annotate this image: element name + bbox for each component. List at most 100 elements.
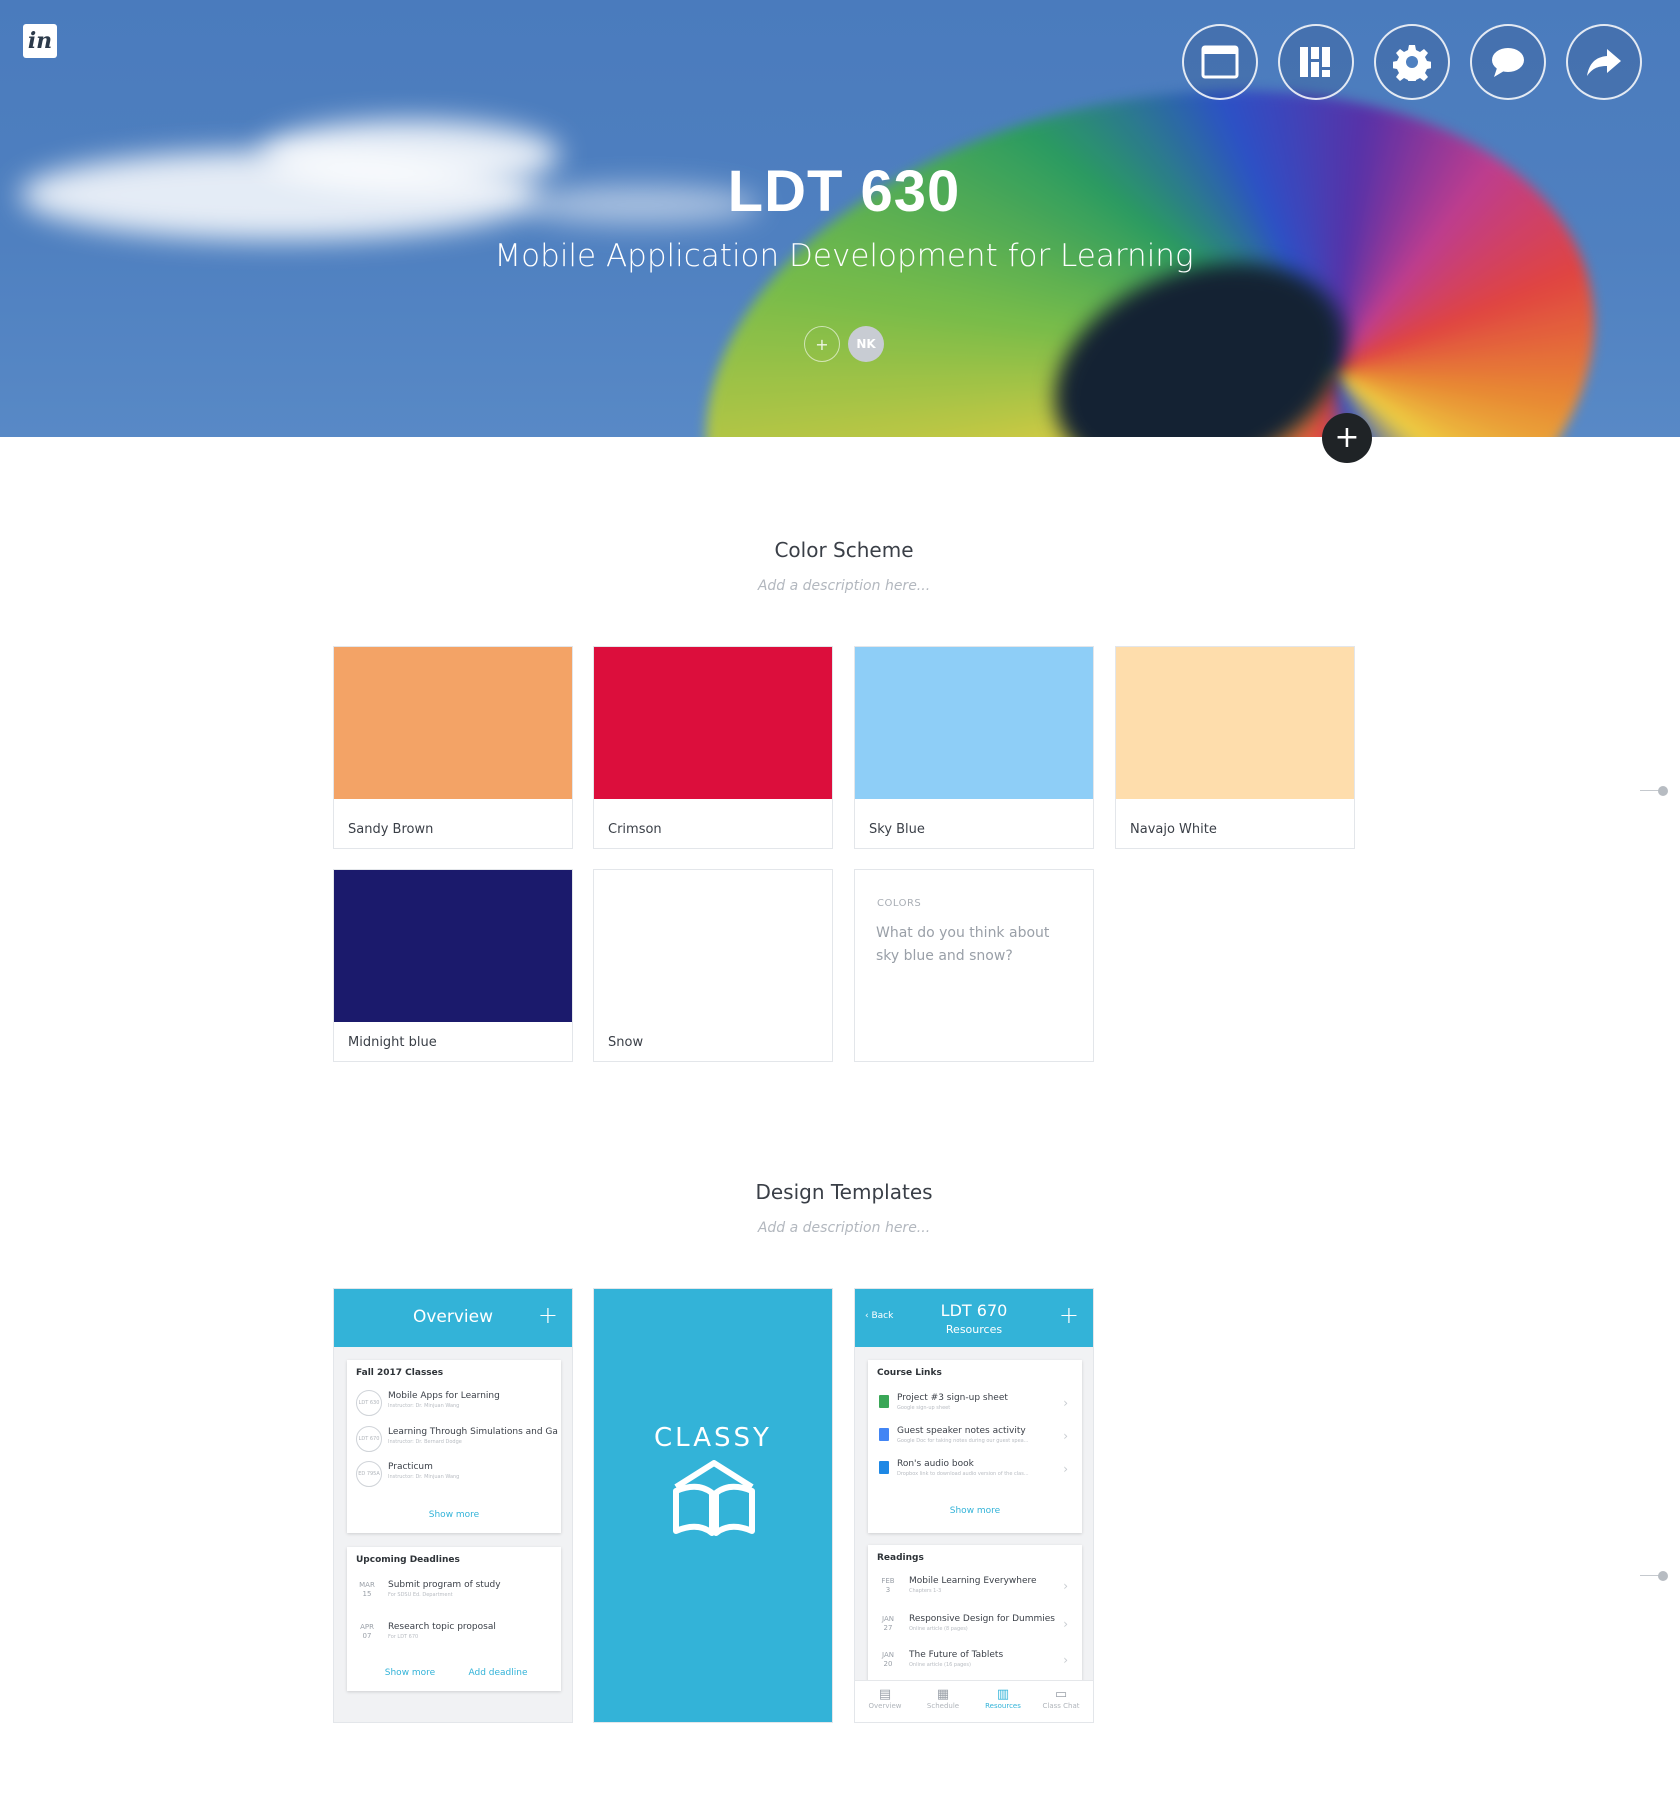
list-item: Guest speaker notes activity Google Doc … [877, 1423, 1074, 1453]
chevron-right-icon: › [1063, 1653, 1068, 1667]
color-swatch[interactable]: Crimson [593, 646, 833, 849]
layout-button[interactable] [1182, 24, 1258, 100]
classes-card: Fall 2017 Classes LDT 630 Mobile Apps fo… [347, 1360, 561, 1533]
calendar-icon: ▦ [936, 1687, 950, 1702]
card-header: Fall 2017 Classes [356, 1368, 444, 1378]
tab-resources: ▥ Resources [973, 1687, 1033, 1710]
list-item-sub: Instructor: Dr. Bernard Dodge [388, 1439, 462, 1445]
show-more-link: Show more [949, 1506, 1001, 1516]
dashboard-button[interactable] [1278, 24, 1354, 100]
date-month: JAN [882, 1651, 894, 1659]
list-item-sub: Instructor: Dr. Minjuan Wang [388, 1403, 460, 1409]
date-day: 3 [885, 1586, 891, 1594]
hero-banner: in LDT 630 Mobile Application Developmen… [0, 0, 1680, 437]
comments-button[interactable] [1470, 24, 1546, 100]
color-swatch[interactable]: Sky Blue [854, 646, 1094, 849]
card-header: Course Links [877, 1368, 942, 1378]
share-button[interactable] [1566, 24, 1642, 100]
gear-icon [1393, 45, 1431, 81]
swatch-color [855, 647, 1093, 799]
list-item: ED 795A Practicum Instructor: Dr. Minjua… [356, 1459, 553, 1489]
color-swatch[interactable]: Midnight blue [333, 869, 573, 1062]
design-templates-description[interactable]: Add a description here... [0, 1220, 1680, 1236]
note-card[interactable]: COLORS What do you think about sky blue … [854, 869, 1094, 1062]
handle-line [1640, 1575, 1660, 1576]
app-bar-title: Overview [412, 1307, 494, 1327]
splash-wordmark: CLASSY [654, 1423, 772, 1453]
handle-line [1640, 790, 1660, 791]
design-templates-title[interactable]: Design Templates [0, 1180, 1680, 1204]
course-links-card: Course Links Project #3 sign-up sheet Go… [868, 1360, 1082, 1533]
swatch-name: Snow [608, 1035, 644, 1050]
chevron-right-icon: › [1063, 1617, 1068, 1631]
list-item-title: Ron's audio book [897, 1459, 974, 1469]
collaborators: + NK [804, 326, 884, 362]
header-actions [1182, 24, 1642, 100]
color-scheme-title[interactable]: Color Scheme [0, 538, 1680, 562]
swatch-color [334, 870, 572, 1022]
template-splash-screen[interactable]: CLASSY [593, 1288, 833, 1723]
date-month: JAN [882, 1615, 894, 1623]
tab-bar: ▤ Overview ▦ Schedule ▥ Resources ▭ Clas… [855, 1680, 1093, 1722]
list-item-title: Project #3 sign-up sheet [897, 1393, 1008, 1403]
list-item-sub: For LDT 670 [388, 1634, 419, 1640]
swatch-color [594, 647, 832, 799]
date-month: MAR [359, 1581, 375, 1589]
plus-icon: + [537, 1301, 558, 1329]
add-collaborator-button[interactable]: + [804, 326, 840, 362]
deadline-date: APR 07 [358, 1623, 376, 1641]
template-overview-screen[interactable]: Overview + Fall 2017 Classes LDT 630 Mob… [333, 1288, 573, 1723]
color-swatch[interactable]: Navajo White [1115, 646, 1355, 849]
handle-dot-icon [1658, 786, 1668, 796]
page-subtitle[interactable]: Mobile Application Development for Learn… [0, 238, 1680, 274]
color-swatch[interactable]: Snow [593, 869, 833, 1062]
date-day: 15 [362, 1590, 372, 1598]
note-text: What do you think about sky blue and sno… [876, 925, 1050, 964]
list-item: JAN 20 The Future of Tablets Online artic… [877, 1647, 1074, 1677]
swatch-name: Midnight blue [348, 1035, 437, 1050]
add-deadline-link: Add deadline [468, 1668, 528, 1678]
list-item-sub: For SDSU Ed. Department [388, 1592, 453, 1598]
plus-icon: + [1058, 1301, 1079, 1329]
invision-logo[interactable]: in [23, 24, 57, 58]
add-section-button[interactable]: + [1322, 413, 1372, 463]
tab-label: Overview [868, 1702, 902, 1710]
deadlines-card: Upcoming Deadlines MAR 15 Submit program … [347, 1547, 561, 1691]
color-scheme-description[interactable]: Add a description here... [0, 578, 1680, 594]
class-badge: LDT 670 [356, 1426, 382, 1452]
list-item-sub: Dropbox link to download audio version o… [897, 1471, 1029, 1477]
list-item-title: Responsive Design for Dummies [909, 1614, 1055, 1624]
date-month: FEB [881, 1577, 895, 1585]
chevron-right-icon: › [1063, 1396, 1068, 1410]
dropbox-icon [879, 1461, 889, 1474]
settings-button[interactable] [1374, 24, 1450, 100]
chevron-right-icon: › [1063, 1579, 1068, 1593]
share-icon [1587, 49, 1621, 76]
list-item: JAN 27 Responsive Design for Dummies Onli… [877, 1611, 1074, 1641]
chevron-right-icon: › [1063, 1429, 1068, 1443]
list-item: LDT 670 Learning Through Simulations and… [356, 1424, 558, 1454]
list-item-sub: Google sign-up sheet [897, 1405, 951, 1411]
reading-date: JAN 27 [879, 1615, 897, 1633]
list-item-title: The Future of Tablets [909, 1650, 1004, 1660]
section-handle[interactable] [1640, 786, 1668, 796]
list-item: Ron's audio book Dropbox link to downloa… [877, 1456, 1074, 1486]
class-badge: LDT 630 [356, 1390, 382, 1416]
show-more-link: Show more [428, 1510, 480, 1520]
color-swatch[interactable]: Sandy Brown [333, 646, 573, 849]
avatar[interactable]: NK [848, 326, 884, 362]
tab-class-chat: ▭ Class Chat [1031, 1687, 1091, 1710]
card-header: Upcoming Deadlines [356, 1555, 460, 1565]
list-item-sub: Online article (8 pages) [909, 1626, 968, 1632]
swatch-name: Sandy Brown [348, 822, 434, 837]
date-day: 20 [883, 1660, 893, 1668]
note-tag: COLORS [877, 898, 922, 909]
swatch-color [594, 870, 832, 1022]
books-icon: ▤ [878, 1687, 892, 1702]
template-resources-screen[interactable]: ‹ Back LDT 670 Resources + Course Links … [854, 1288, 1094, 1723]
class-badge: ED 795A [356, 1461, 382, 1487]
tab-label: Schedule [926, 1702, 960, 1710]
section-handle[interactable] [1640, 1571, 1668, 1581]
page-title[interactable]: LDT 630 [0, 158, 1680, 225]
date-month: APR [360, 1623, 374, 1631]
